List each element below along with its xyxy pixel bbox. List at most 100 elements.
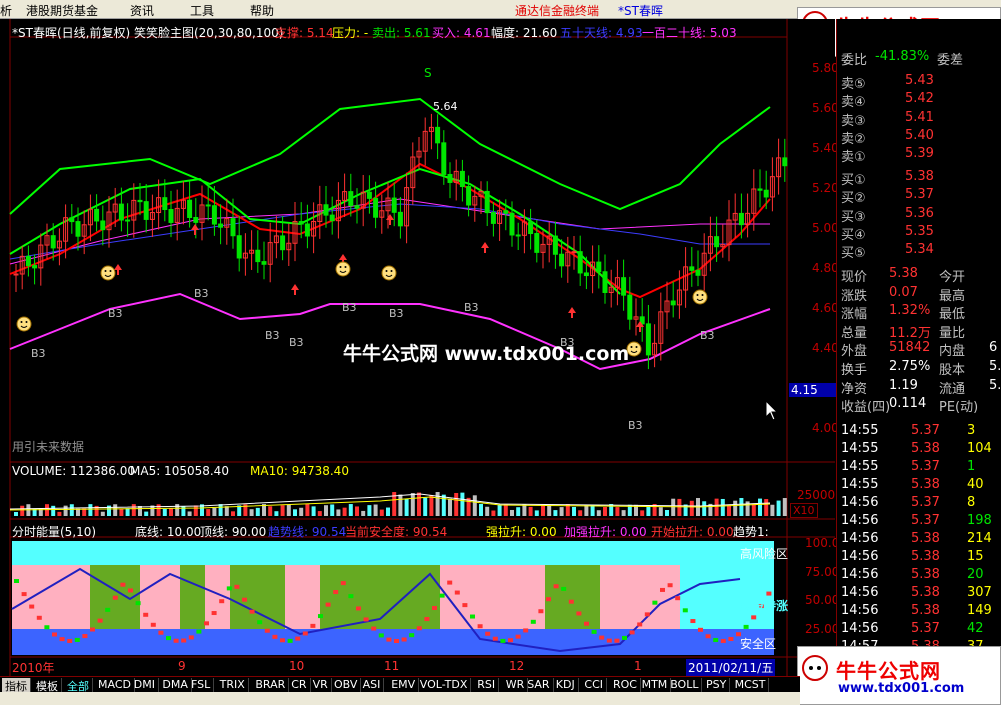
menu-info[interactable]: 资讯 bbox=[130, 2, 154, 19]
energy-zone bbox=[545, 565, 600, 629]
tab-fsl[interactable]: FSL bbox=[188, 678, 215, 692]
tab-vr[interactable]: VR bbox=[310, 678, 332, 692]
tab-macd[interactable]: MACD bbox=[95, 678, 135, 692]
tab-模板[interactable]: 模板 bbox=[33, 678, 62, 693]
tick-price: 5.38 bbox=[911, 603, 940, 618]
energy-block bbox=[485, 631, 491, 636]
cow-logo-icon bbox=[802, 655, 828, 681]
tab-kdj[interactable]: KDJ bbox=[553, 678, 579, 692]
quote-row: 14:56 5.38 149 bbox=[839, 603, 1001, 621]
energy-block bbox=[546, 597, 551, 602]
volume-bar bbox=[782, 498, 787, 516]
tick-volume: 198 bbox=[967, 513, 992, 528]
energy-block bbox=[29, 604, 35, 609]
tab-brar[interactable]: BRAR bbox=[252, 678, 290, 692]
candle-body bbox=[596, 261, 602, 273]
candle-body bbox=[348, 191, 354, 207]
stat-value: 2.75% bbox=[889, 359, 931, 374]
menu-tools[interactable]: 工具 bbox=[190, 2, 214, 19]
candle-body bbox=[757, 188, 763, 191]
zone-safe: 安全区 bbox=[740, 637, 777, 651]
tab-emv[interactable]: EMV bbox=[388, 678, 420, 692]
candle-body bbox=[32, 265, 38, 269]
tab-boll[interactable]: BOLL bbox=[667, 678, 703, 692]
energy-block bbox=[302, 631, 308, 636]
energy-block bbox=[112, 595, 118, 600]
candle-body bbox=[627, 294, 633, 320]
volume-bar bbox=[169, 508, 173, 516]
tick-volume: 20 bbox=[967, 567, 984, 582]
volume-bar bbox=[510, 509, 514, 516]
tab-rsi[interactable]: RSI bbox=[474, 678, 500, 692]
menu-hk-futures-funds[interactable]: 港股期货基金 bbox=[26, 2, 98, 19]
candle-body bbox=[583, 272, 589, 277]
energy-trend: 趋势线: 90.54 bbox=[268, 525, 347, 539]
app-title: 通达信金融终端 bbox=[515, 4, 600, 18]
energy-block bbox=[166, 636, 171, 641]
price-tick: 4.60 bbox=[812, 301, 839, 315]
tab-mcst[interactable]: MCST bbox=[732, 678, 770, 692]
tab-cci[interactable]: CCI bbox=[581, 678, 607, 692]
ask-label: 卖① bbox=[841, 150, 866, 166]
menu-analysis[interactable]: 析 bbox=[0, 2, 12, 19]
volume-bar bbox=[69, 504, 74, 516]
b3-label: B3 bbox=[389, 307, 404, 320]
volume-bar bbox=[578, 510, 583, 516]
tab-roc[interactable]: ROC bbox=[610, 678, 641, 692]
tick-price: 5.37 bbox=[911, 459, 940, 474]
candle-body bbox=[459, 170, 465, 188]
volume-bar bbox=[739, 498, 744, 516]
menu-help[interactable]: 帮助 bbox=[250, 2, 274, 19]
energy-block bbox=[295, 636, 301, 641]
quote-row: 14:56 5.37 42 bbox=[839, 621, 1001, 639]
tab-dmi[interactable]: DMI bbox=[131, 678, 160, 692]
tab-cr[interactable]: CR bbox=[288, 678, 311, 692]
tick-time: 14:56 bbox=[841, 603, 879, 618]
volume-bar bbox=[590, 504, 595, 516]
volume-bar bbox=[646, 506, 651, 516]
energy-block bbox=[743, 624, 749, 629]
energy-block bbox=[135, 601, 141, 606]
tab-vol-tdx[interactable]: VOL-TDX bbox=[417, 678, 472, 692]
watermark: 牛牛公式网 www.tdx001.com bbox=[343, 343, 630, 365]
volume-bar bbox=[776, 500, 781, 516]
volume-bar bbox=[429, 495, 434, 516]
ask-price: 5.42 bbox=[905, 91, 934, 107]
stat-label: 最高 bbox=[939, 288, 966, 304]
tab-obv[interactable]: OBV bbox=[331, 678, 362, 692]
quote-row: 卖④ 5.42 bbox=[839, 91, 1001, 110]
quote-row: 14:55 5.37 1 bbox=[839, 459, 1001, 477]
volume-bar bbox=[255, 507, 260, 516]
tab-psy[interactable]: PSY bbox=[703, 678, 731, 692]
quote-row: 买④ 5.35 bbox=[839, 224, 1001, 243]
tab-指标[interactable]: 指标 bbox=[2, 678, 31, 693]
energy-block bbox=[477, 624, 483, 629]
candle-body bbox=[366, 191, 372, 199]
volume-bar bbox=[485, 506, 490, 516]
energy-axis: 100.0 bbox=[805, 536, 840, 550]
tick-volume: 104 bbox=[967, 441, 992, 456]
tab-全部[interactable]: 全部 bbox=[64, 678, 93, 693]
candle-body bbox=[298, 221, 304, 225]
tab-trix[interactable]: TRIX bbox=[217, 678, 249, 692]
energy-strong: 强拉升: 0.00 bbox=[486, 525, 557, 539]
quote-row: 14:55 5.38 40 bbox=[839, 477, 1001, 495]
energy-block bbox=[318, 614, 323, 619]
candle-body bbox=[577, 251, 583, 274]
smiley-icon bbox=[339, 266, 342, 268]
candle-body bbox=[738, 212, 744, 226]
tab-asi[interactable]: ASI bbox=[360, 678, 385, 692]
quote-panel: 委比 -41.83% 委差 卖⑤ 5.43 卖④ 5.42 卖③ 5.41 卖② 5.40 卖①… bbox=[836, 19, 1001, 676]
tab-sar[interactable]: SAR bbox=[524, 678, 554, 692]
volume-bar bbox=[423, 497, 428, 516]
energy-block bbox=[591, 629, 597, 634]
candle-body bbox=[714, 236, 720, 248]
energy-block bbox=[196, 629, 202, 634]
quote-row: 卖③ 5.41 bbox=[839, 110, 1001, 129]
b3-label: B3 bbox=[628, 419, 643, 432]
stat-label: 流通 bbox=[939, 381, 966, 397]
volume-bar bbox=[293, 509, 297, 516]
energy-block bbox=[606, 638, 612, 643]
volume-bar bbox=[553, 510, 558, 516]
volume-bar bbox=[417, 492, 421, 516]
